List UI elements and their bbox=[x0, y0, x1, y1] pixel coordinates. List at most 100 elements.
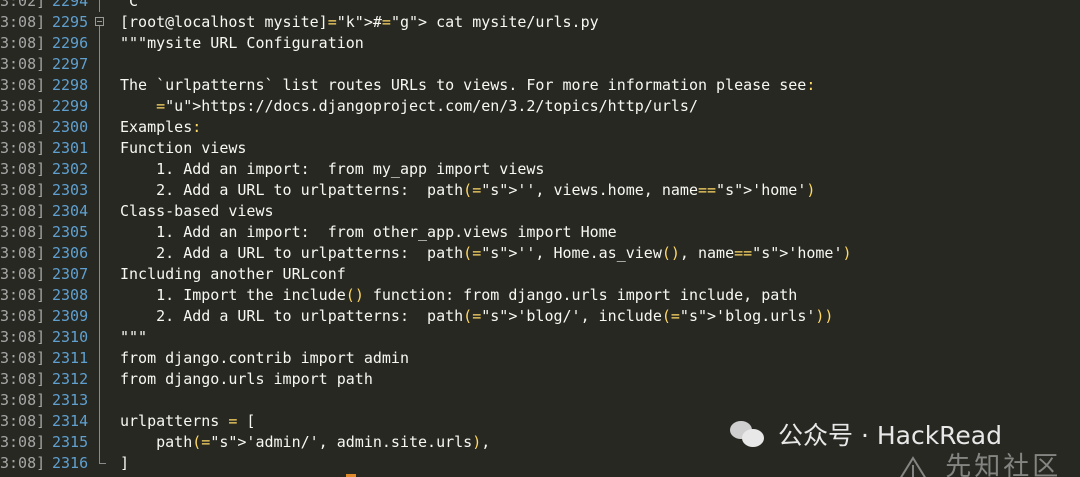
line-number: 2299 bbox=[52, 97, 89, 115]
code-text: 2. Add a URL to urlpatterns: path(="s">'… bbox=[120, 244, 852, 262]
fold-guide bbox=[95, 264, 107, 285]
line-number: 2306 bbox=[52, 244, 89, 262]
terminal-line: 3:08] 2295 [root@localhost mysite]="k">#="… bbox=[0, 12, 1080, 33]
terminal-line: 3:08] 2302 1. Add an import: from my_app … bbox=[0, 159, 1080, 180]
timestamp: 3:08] bbox=[0, 76, 46, 94]
xianzhi-logo-icon bbox=[899, 455, 927, 477]
fold-guide bbox=[95, 117, 107, 138]
code-text: 2. Add a URL to urlpatterns: path(="s">'… bbox=[120, 181, 816, 199]
line-number: 2301 bbox=[52, 139, 89, 157]
timestamp: 3:08] bbox=[0, 55, 46, 73]
code-text: Function views bbox=[120, 139, 247, 157]
terminal-line: 3:08] 2311 from django.contrib import admi… bbox=[0, 348, 1080, 369]
fold-guide bbox=[95, 327, 107, 348]
fold-guide bbox=[95, 180, 107, 201]
timestamp: 3:08] bbox=[0, 202, 46, 220]
line-number: 2314 bbox=[52, 412, 89, 430]
line-number: 2297 bbox=[52, 55, 89, 73]
line-number: 2296 bbox=[52, 34, 89, 52]
terminal-line: 3:08] 2309 2. Add a URL to urlpatterns: p… bbox=[0, 306, 1080, 327]
terminal-line: 3:08] 2296 """mysite URL Configuration bbox=[0, 33, 1080, 54]
line-number: 2309 bbox=[52, 307, 89, 325]
timestamp: 3:08] bbox=[0, 370, 46, 388]
timestamp: 3:08] bbox=[0, 307, 46, 325]
code-text: 1. Add an import: from my_app import vie… bbox=[120, 160, 545, 178]
terminal-output: 3:02] 2294 ^C 3:08] 2295 [root@localhost mysi… bbox=[0, 0, 1080, 474]
timestamp: 3:08] bbox=[0, 265, 46, 283]
line-number: 2316 bbox=[52, 454, 89, 472]
line-number: 2312 bbox=[52, 370, 89, 388]
line-number: 2307 bbox=[52, 265, 89, 283]
fold-guide bbox=[95, 159, 107, 180]
terminal-window[interactable]: 3:02] 2294 ^C 3:08] 2295 [root@localhost mysi… bbox=[0, 0, 1080, 477]
terminal-line: 3:08] 2299 ="u">https://docs.djangoprojec… bbox=[0, 96, 1080, 117]
line-number: 2294 bbox=[52, 0, 89, 10]
fold-guide bbox=[95, 348, 107, 369]
fold-guide bbox=[95, 54, 107, 75]
line-number: 2295 bbox=[52, 13, 89, 31]
fold-guide bbox=[95, 432, 107, 453]
fold-guide bbox=[95, 96, 107, 117]
terminal-line: 3:08] 2312 from django.urls import path bbox=[0, 369, 1080, 390]
terminal-line: 3:08] 2297 bbox=[0, 54, 1080, 75]
timestamp: 3:08] bbox=[0, 139, 46, 157]
timestamp: 3:02] bbox=[0, 0, 46, 10]
timestamp: 3:08] bbox=[0, 412, 46, 430]
code-text: """mysite URL Configuration bbox=[120, 34, 364, 52]
fold-guide bbox=[95, 369, 107, 390]
fold-guide bbox=[95, 75, 107, 96]
fold-toggle-icon[interactable] bbox=[95, 12, 107, 33]
terminal-line: 3:08] 2306 2. Add a URL to urlpatterns: p… bbox=[0, 243, 1080, 264]
code-text: 2. Add a URL to urlpatterns: path(="s">'… bbox=[120, 307, 834, 325]
fold-guide bbox=[95, 138, 107, 159]
timestamp: 3:08] bbox=[0, 34, 46, 52]
code-text: Including another URLconf bbox=[120, 265, 346, 283]
site-watermark-text: 先知社区 bbox=[945, 452, 1062, 477]
line-number: 2308 bbox=[52, 286, 89, 304]
site-watermark: 先知社区 bbox=[898, 446, 1061, 477]
code-text: 1. Import the include() function: from d… bbox=[120, 286, 798, 304]
terminal-line: 3:08] 2301 Function views bbox=[0, 138, 1080, 159]
fold-guide bbox=[95, 33, 107, 54]
timestamp: 3:08] bbox=[0, 244, 46, 262]
timestamp: 3:08] bbox=[0, 181, 46, 199]
fold-guide bbox=[95, 453, 107, 474]
code-text: ="u">https://docs.djangoproject.com/en/3… bbox=[156, 97, 698, 115]
fold-guide bbox=[95, 243, 107, 264]
code-text: [root@localhost mysite]="k">#="g"> cat m… bbox=[120, 13, 599, 31]
code-text: Class-based views bbox=[120, 202, 274, 220]
code-text: 1. Add an import: from other_app.views i… bbox=[120, 223, 617, 241]
timestamp: 3:08] bbox=[0, 328, 46, 346]
terminal-line: 3:08] 2307 Including another URLconf bbox=[0, 264, 1080, 285]
fold-guide bbox=[95, 306, 107, 327]
line-number: 2304 bbox=[52, 202, 89, 220]
code-text: Examples: bbox=[120, 118, 202, 136]
code-text: """ bbox=[120, 328, 148, 346]
wechat-icon bbox=[728, 417, 768, 451]
timestamp: 3:08] bbox=[0, 13, 46, 31]
line-number: 2298 bbox=[52, 76, 89, 94]
code-text: path(="s">'admin/', admin.site.urls), bbox=[120, 433, 491, 451]
terminal-line: 3:08] 2300 Examples: bbox=[0, 117, 1080, 138]
fold-guide bbox=[95, 0, 107, 12]
terminal-line: 3:08] 2303 2. Add a URL to urlpatterns: p… bbox=[0, 180, 1080, 201]
timestamp: 3:08] bbox=[0, 118, 46, 136]
fold-guide bbox=[95, 390, 107, 411]
timestamp: 3:08] bbox=[0, 223, 46, 241]
terminal-line: 3:08] 2304 Class-based views bbox=[0, 201, 1080, 222]
line-number: 2303 bbox=[52, 181, 89, 199]
line-number: 2310 bbox=[52, 328, 89, 346]
line-number: 2302 bbox=[52, 160, 89, 178]
code-text: from django.contrib import admin bbox=[120, 349, 409, 367]
line-number: 2305 bbox=[52, 223, 89, 241]
timestamp: 3:08] bbox=[0, 433, 46, 451]
timestamp: 3:08] bbox=[0, 391, 46, 409]
line-number: 2315 bbox=[52, 433, 89, 451]
fold-guide bbox=[95, 222, 107, 243]
timestamp: 3:08] bbox=[0, 286, 46, 304]
line-number: 2311 bbox=[52, 349, 89, 367]
code-text: ] bbox=[120, 454, 130, 472]
line-number: 2313 bbox=[52, 391, 89, 409]
line-number: 2300 bbox=[52, 118, 89, 136]
code-text: urlpatterns = [ bbox=[120, 412, 256, 430]
